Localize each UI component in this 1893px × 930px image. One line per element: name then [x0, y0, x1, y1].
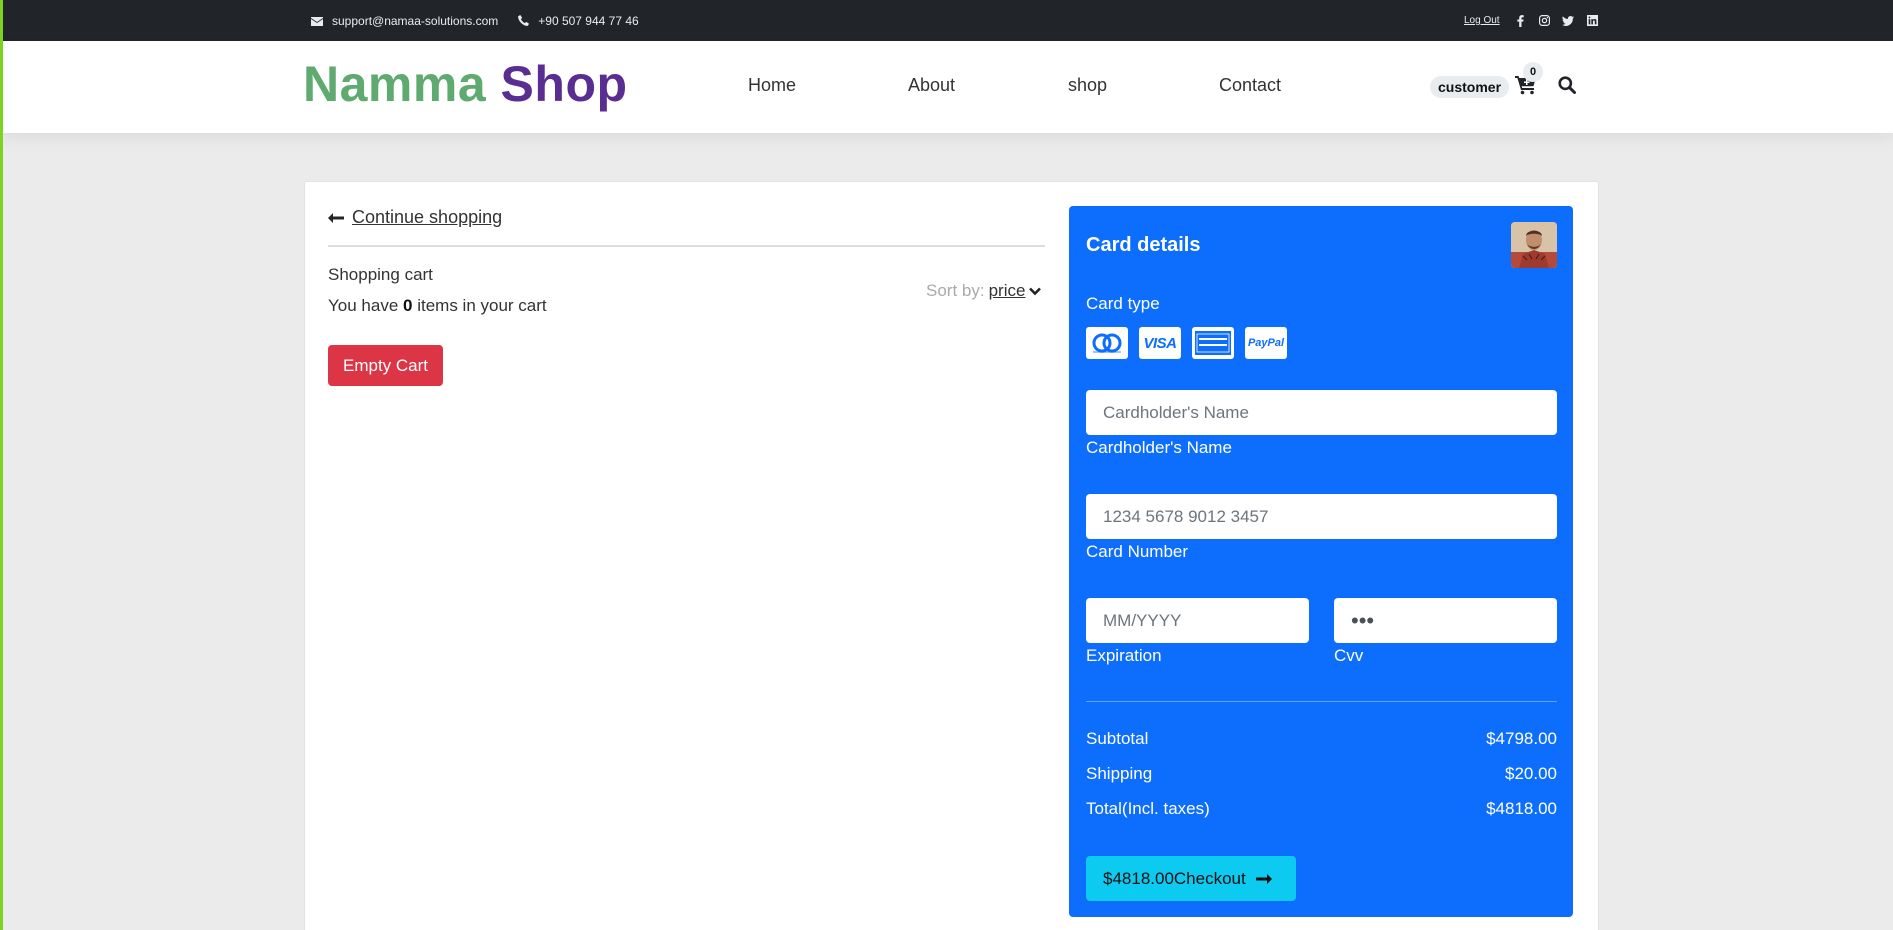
- sort-value[interactable]: price: [989, 281, 1026, 301]
- cart-summary-suffix: items in your cart: [417, 296, 547, 315]
- expiration-input[interactable]: MM/YYYY: [1086, 598, 1309, 643]
- top-bar: support@namaa-solutions.com +90 507 944 …: [0, 0, 1893, 41]
- instagram-icon[interactable]: [1538, 14, 1551, 27]
- user-badge[interactable]: customer: [1430, 76, 1510, 98]
- expiration-label: Expiration: [1086, 646, 1162, 665]
- logout-link[interactable]: Log Out: [1464, 15, 1500, 26]
- chevron-down-icon: [1029, 287, 1042, 295]
- phone-text: +90 507 944 77 46: [538, 13, 639, 28]
- sort-control[interactable]: Sort by: price: [926, 281, 1042, 301]
- sort-label: Sort by:: [926, 281, 985, 300]
- avatar: [1511, 222, 1557, 268]
- card-type-options: VISA PayPal: [1086, 327, 1287, 359]
- panel-divider: [1086, 701, 1557, 702]
- email-text: support@namaa-solutions.com: [332, 13, 499, 28]
- nav-home[interactable]: Home: [748, 75, 796, 96]
- phone-item[interactable]: +90 507 944 77 46: [518, 13, 639, 28]
- continue-shopping-link[interactable]: Continue shopping: [328, 207, 502, 228]
- arrow-right-icon: [1255, 873, 1272, 884]
- envelope-icon: [311, 16, 323, 26]
- cart-title: Shopping cart: [328, 265, 433, 284]
- mastercard-icon[interactable]: [1086, 327, 1128, 359]
- site-logo[interactable]: Namma Shop: [303, 55, 628, 113]
- cardholder-name-input[interactable]: Cardholder's Name: [1086, 390, 1557, 435]
- logo-part-1: Namma: [303, 56, 487, 112]
- total-label: Total(Incl. taxes): [1086, 799, 1210, 818]
- topbar-right: Log Out: [1464, 0, 1599, 41]
- facebook-icon[interactable]: [1514, 14, 1527, 27]
- card-number-label: Card Number: [1086, 542, 1189, 561]
- phone-icon: [518, 15, 530, 26]
- left-accent-bar: [0, 0, 3, 930]
- cvv-input[interactable]: •••: [1334, 598, 1557, 643]
- shipping-label: Shipping: [1086, 764, 1153, 783]
- card-number-input[interactable]: 1234 5678 9012 3457: [1086, 494, 1557, 539]
- email-item[interactable]: support@namaa-solutions.com: [311, 14, 498, 28]
- arrow-left-icon: [328, 212, 344, 223]
- cart-summary-prefix: You have: [328, 296, 399, 315]
- linkedin-icon[interactable]: [1586, 14, 1599, 27]
- paypal-icon[interactable]: PayPal: [1245, 327, 1287, 359]
- subtotal-value: $4798.00: [1486, 729, 1557, 748]
- shipping-row: Shipping $20.00: [1086, 764, 1557, 784]
- total-row: Total(Incl. taxes) $4818.00: [1086, 799, 1557, 819]
- checkout-button[interactable]: $4818.00Checkout: [1086, 856, 1296, 901]
- nav-contact[interactable]: Contact: [1219, 75, 1281, 96]
- twitter-icon[interactable]: [1562, 14, 1575, 27]
- cvv-label: Cvv: [1334, 646, 1364, 665]
- nav-shop[interactable]: shop: [1068, 75, 1107, 96]
- site-header: Namma Shop Home About shop Contact custo…: [0, 41, 1893, 133]
- card-details-panel: Card details Card type VISA PayPal Cardh…: [1069, 206, 1573, 917]
- shipping-value: $20.00: [1505, 764, 1557, 783]
- empty-cart-button[interactable]: Empty Cart: [328, 345, 443, 386]
- divider: [328, 245, 1045, 247]
- continue-shopping-label: Continue shopping: [352, 207, 503, 227]
- cart-summary-text: You have 0 items in your cart: [328, 296, 547, 316]
- amex-icon[interactable]: [1192, 327, 1234, 359]
- visa-icon[interactable]: VISA: [1139, 327, 1181, 359]
- cart-item-count: 0: [403, 296, 413, 315]
- checkout-label: $4818.00Checkout: [1103, 868, 1246, 888]
- card-type-label: Card type: [1086, 294, 1160, 313]
- search-icon[interactable]: [1558, 76, 1576, 99]
- subtotal-label: Subtotal: [1086, 729, 1149, 748]
- subtotal-row: Subtotal $4798.00: [1086, 729, 1557, 749]
- nav-about[interactable]: About: [908, 75, 955, 96]
- logo-part-2: Shop: [500, 56, 628, 112]
- card-details-title: Card details: [1086, 234, 1201, 256]
- cardholder-name-label: Cardholder's Name: [1086, 438, 1232, 457]
- total-value: $4818.00: [1486, 799, 1557, 818]
- cart-count-badge: 0: [1523, 62, 1543, 82]
- contact-info: support@namaa-solutions.com +90 507 944 …: [311, 0, 651, 41]
